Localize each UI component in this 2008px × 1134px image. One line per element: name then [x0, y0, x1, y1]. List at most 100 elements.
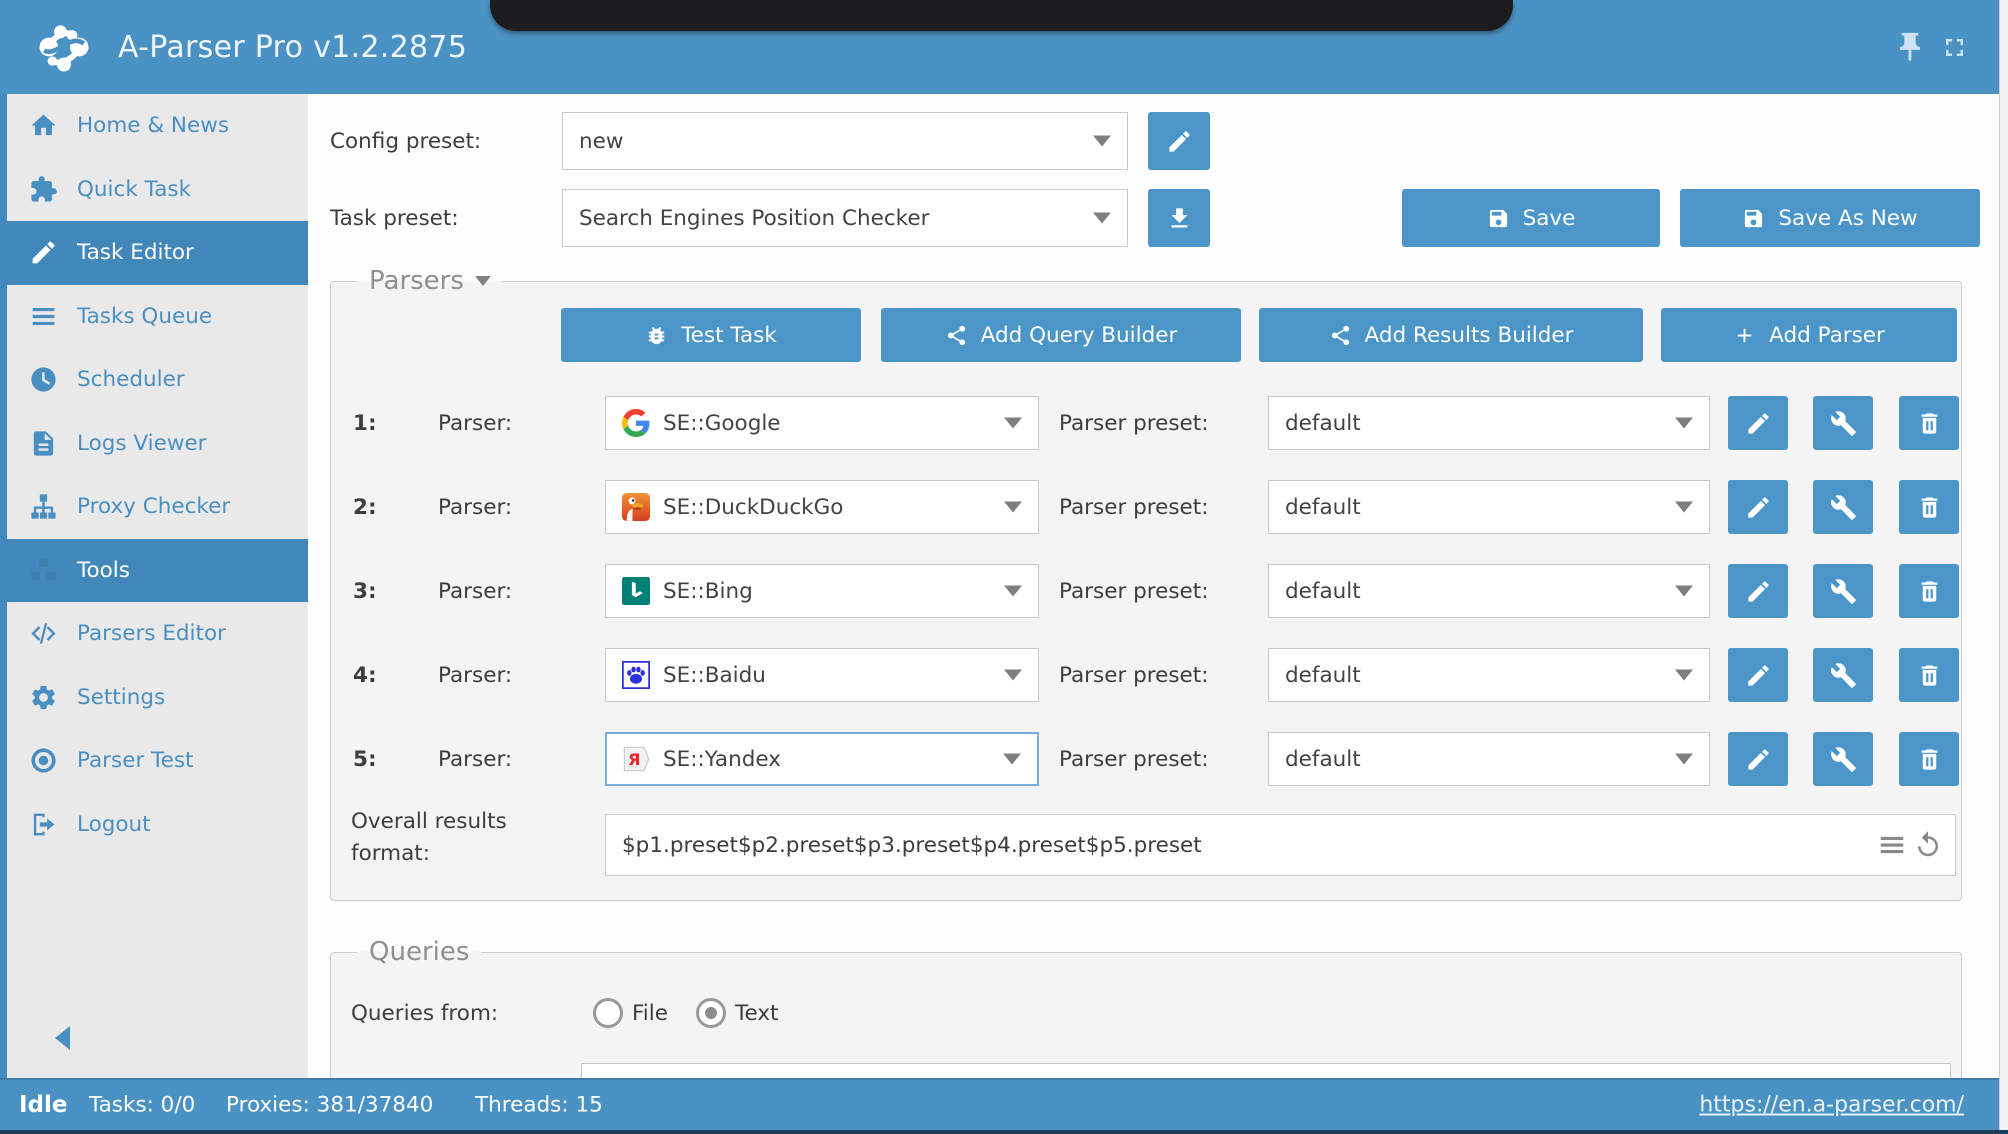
sidebar-item-scheduler[interactable]: Scheduler [7, 348, 308, 412]
parser-select-google[interactable]: SE::Google [605, 396, 1039, 450]
file-radio-label[interactable]: File [632, 1001, 668, 1026]
target-icon [29, 746, 67, 776]
save-as-new-button[interactable]: Save As New [1680, 189, 1980, 247]
text-radio-label[interactable]: Text [735, 1001, 778, 1026]
sidebar-item-logs-viewer[interactable]: Logs Viewer [7, 412, 308, 476]
sidebar-item-proxy-checker[interactable]: Proxy Checker [7, 475, 308, 539]
parser-preset-label: Parser preset: [1059, 732, 1208, 786]
sidebar-item-tools[interactable]: Tools [7, 539, 308, 603]
undo-icon[interactable] [1913, 830, 1943, 860]
parser-preset-label: Parser preset: [1059, 396, 1208, 450]
sidebar-item-home-news[interactable]: Home & News [7, 94, 308, 158]
parser-select-baidu[interactable]: SE::Baidu [605, 648, 1039, 702]
parser-options-button[interactable] [1813, 564, 1873, 618]
parser-preset-select[interactable]: default [1268, 648, 1710, 702]
parser-options-button[interactable] [1813, 480, 1873, 534]
add-query-builder-button[interactable]: Add Query Builder [881, 308, 1241, 362]
yandex-icon: Я [622, 745, 650, 773]
parser-select-bing[interactable]: SE::Bing [605, 564, 1039, 618]
parsers-legend[interactable]: Parsers [357, 262, 503, 300]
sidebar-item-parser-test[interactable]: Parser Test [7, 729, 308, 793]
a-parser-website-link[interactable]: https://en.a-parser.com/ [1699, 1093, 1964, 1118]
chevron-down-icon [1004, 670, 1022, 681]
parser-preset-select[interactable]: default [1268, 732, 1710, 786]
wrench-icon [1830, 410, 1857, 437]
sidebar-item-task-editor[interactable]: Task Editor [7, 221, 308, 285]
edit-preset-button[interactable] [1728, 732, 1788, 786]
sidebar-collapse-arrow-icon[interactable] [55, 1026, 70, 1050]
pin-icon[interactable] [1893, 30, 1927, 64]
wrench-icon [1830, 746, 1857, 773]
document-icon [29, 428, 67, 458]
edit-preset-button[interactable] [1728, 564, 1788, 618]
parser-label: Parser: [438, 480, 512, 534]
chevron-down-icon [475, 276, 491, 286]
parser-options-button[interactable] [1813, 732, 1873, 786]
a-parser-app: A-Parser Pro v1.2.2875 Home & News Quick… [0, 0, 2008, 1134]
delete-parser-button[interactable] [1899, 732, 1959, 786]
app-title: A-Parser Pro v1.2.2875 [118, 0, 467, 94]
code-icon [29, 619, 67, 649]
parser-select-yandex[interactable]: Я SE::Yandex [605, 732, 1039, 786]
add-results-builder-button[interactable]: Add Results Builder [1259, 308, 1643, 362]
add-parser-button[interactable]: Add Parser [1661, 308, 1957, 362]
delete-parser-button[interactable] [1899, 648, 1959, 702]
hamburger-icon[interactable] [1877, 830, 1907, 860]
queries-from-options: File Text [593, 991, 778, 1035]
test-task-button[interactable]: Test Task [561, 308, 861, 362]
overall-results-format-input[interactable]: $p1.preset$p2.preset$p3.preset$p4.preset… [605, 814, 1956, 876]
parser-row-number: 3: [353, 564, 377, 618]
pencil-icon [29, 238, 67, 268]
task-preset-label: Task preset: [330, 189, 459, 247]
chevron-down-icon [1675, 670, 1693, 681]
chevron-down-icon [1675, 754, 1693, 765]
sidebar-item-parsers-editor[interactable]: Parsers Editor [7, 602, 308, 666]
sidebar-item-quick-task[interactable]: Quick Task [7, 158, 308, 222]
text-radio[interactable] [696, 998, 726, 1028]
parser-row-number: 2: [353, 480, 377, 534]
status-bar: Idle Tasks: 0/0 Proxies: 381/37840 Threa… [0, 1078, 2008, 1130]
chevron-down-icon [1004, 418, 1022, 429]
edit-preset-button[interactable] [1728, 480, 1788, 534]
task-preset-select[interactable]: Search Engines Position Checker [562, 189, 1128, 247]
config-preset-select[interactable]: new [562, 112, 1128, 170]
delete-parser-button[interactable] [1899, 480, 1959, 534]
save-button[interactable]: Save [1402, 189, 1660, 247]
trash-icon [1916, 746, 1943, 773]
sidebar: Home & News Quick Task Task Editor Tasks… [0, 94, 308, 1078]
wrench-icon [1830, 662, 1857, 689]
config-preset-label: Config preset: [330, 112, 481, 170]
parser-options-button[interactable] [1813, 648, 1873, 702]
parser-select-duckduckgo[interactable]: SE::DuckDuckGo [605, 480, 1039, 534]
parser-row-number: 4: [353, 648, 377, 702]
parser-label: Parser: [438, 396, 512, 450]
svg-text:Я: Я [628, 750, 641, 769]
edit-preset-button[interactable] [1728, 396, 1788, 450]
trash-icon [1916, 578, 1943, 605]
parser-preset-select[interactable]: default [1268, 480, 1710, 534]
config-edit-button[interactable] [1148, 112, 1210, 170]
baidu-icon [622, 661, 650, 689]
pencil-icon [1745, 746, 1772, 773]
parser-row: 4: Parser: SE::Baidu Parser preset: defa… [331, 648, 1961, 702]
edit-preset-button[interactable] [1728, 648, 1788, 702]
fullscreen-icon[interactable] [1940, 33, 1969, 62]
parser-label: Parser: [438, 564, 512, 618]
sidebar-item-logout[interactable]: Logout [7, 793, 308, 857]
parser-preset-label: Parser preset: [1059, 480, 1208, 534]
delete-parser-button[interactable] [1899, 564, 1959, 618]
pencil-icon [1745, 494, 1772, 521]
delete-parser-button[interactable] [1899, 396, 1959, 450]
parser-preset-select[interactable]: default [1268, 396, 1710, 450]
sidebar-item-settings[interactable]: Settings [7, 666, 308, 730]
logout-icon [29, 809, 67, 839]
plus-icon [1733, 324, 1756, 347]
parser-preset-select[interactable]: default [1268, 564, 1710, 618]
parser-row: 3: Parser: SE::Bing Parser preset: defau… [331, 564, 1961, 618]
main-content: Config preset: new Task preset: Search E… [308, 94, 2008, 1078]
task-download-button[interactable] [1148, 189, 1210, 247]
file-radio[interactable] [593, 998, 623, 1028]
parser-label: Parser: [438, 732, 512, 786]
sidebar-item-tasks-queue[interactable]: Tasks Queue [7, 285, 308, 349]
parser-options-button[interactable] [1813, 396, 1873, 450]
